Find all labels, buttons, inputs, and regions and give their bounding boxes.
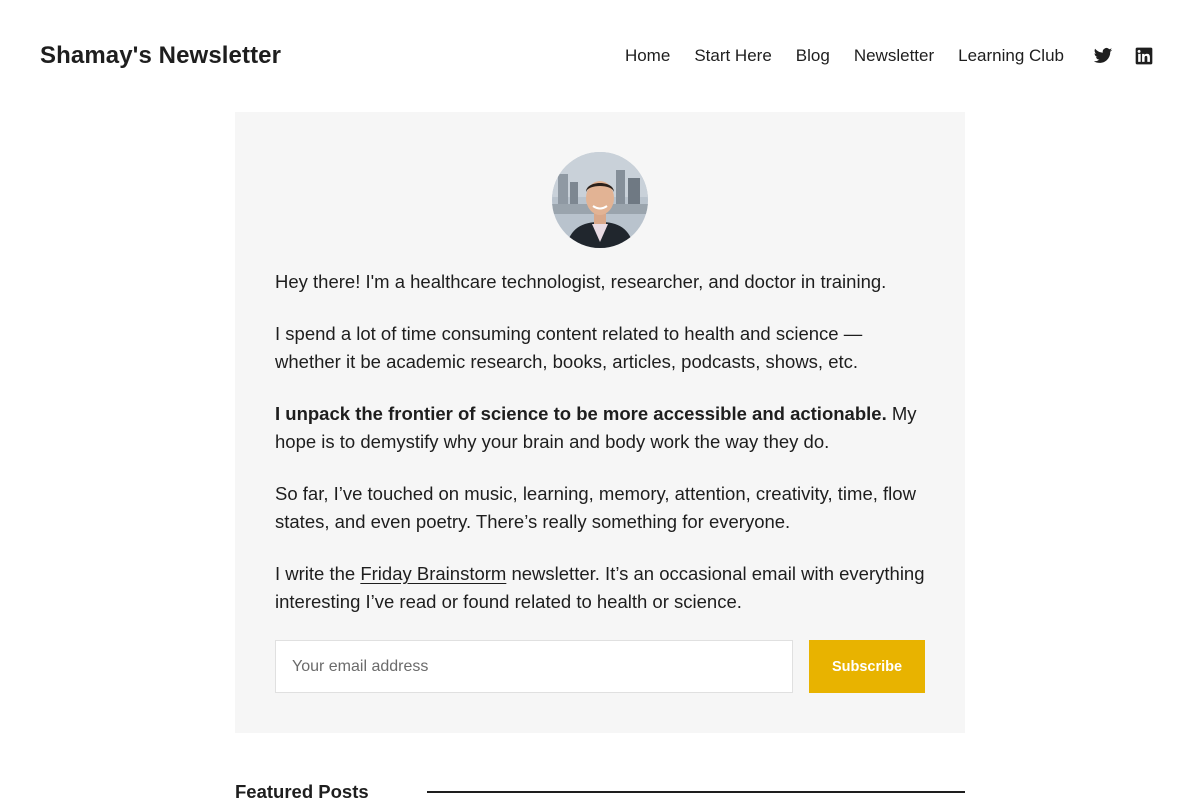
intro-paragraph-1: Hey there! I'm a healthcare technologist… xyxy=(275,271,887,292)
twitter-icon[interactable] xyxy=(1093,44,1113,68)
email-input[interactable] xyxy=(275,640,793,693)
linkedin-icon[interactable] xyxy=(1134,44,1154,68)
newsletter-signup-form: Subscribe xyxy=(275,640,925,693)
featured-posts-section: Featured Posts xyxy=(235,780,965,800)
intro-paragraph-2: I spend a lot of time consuming content … xyxy=(275,323,863,372)
main-nav: Home Start Here Blog Newsletter Learning… xyxy=(601,44,1064,68)
featured-divider xyxy=(427,791,965,793)
intro-paragraph-5: I write the Friday Brainstorm newsletter… xyxy=(275,560,925,616)
intro-paragraph-5-start: I write the xyxy=(275,563,361,584)
intro-card: Hey there! I'm a healthcare technologist… xyxy=(235,112,965,733)
friday-brainstorm-link[interactable]: Friday Brainstorm xyxy=(360,563,506,584)
intro-paragraph-3: I unpack the frontier of science to be m… xyxy=(275,400,925,456)
nav-newsletter[interactable]: Newsletter xyxy=(854,44,934,68)
social-links xyxy=(1072,44,1154,68)
intro-paragraph-4: So far, I’ve touched on music, learning,… xyxy=(275,483,916,532)
site-title[interactable]: Shamay's Newsletter xyxy=(40,40,281,72)
subscribe-button[interactable]: Subscribe xyxy=(809,640,925,693)
nav-blog[interactable]: Blog xyxy=(796,44,830,68)
site-header: Shamay's Newsletter Home Start Here Blog… xyxy=(0,0,1200,112)
intro-text: Hey there! I'm a healthcare technologist… xyxy=(275,268,925,640)
nav-learning-club[interactable]: Learning Club xyxy=(958,44,1064,68)
nav-home[interactable]: Home xyxy=(625,44,670,68)
intro-bold-statement: I unpack the frontier of science to be m… xyxy=(275,403,887,424)
featured-posts-heading: Featured Posts xyxy=(235,781,369,800)
nav-start-here[interactable]: Start Here xyxy=(694,44,771,68)
avatar xyxy=(552,152,648,248)
